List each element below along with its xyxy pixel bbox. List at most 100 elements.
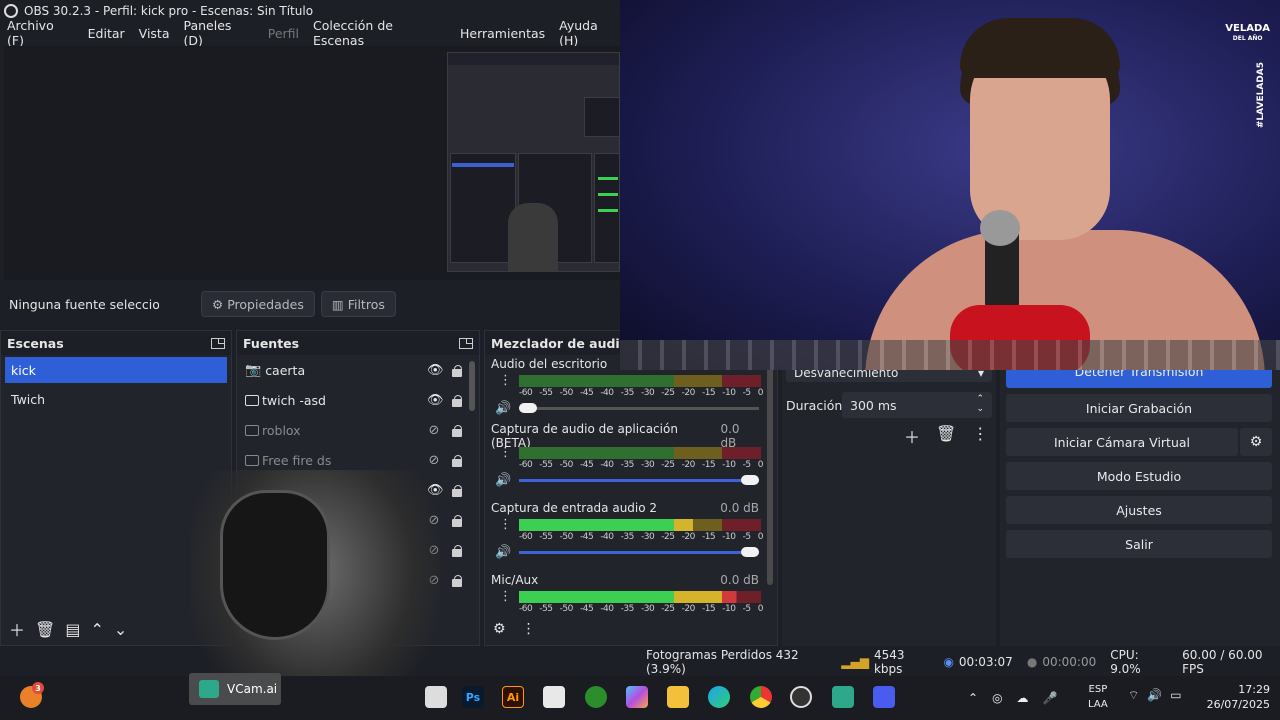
slider-knob[interactable] — [741, 475, 759, 485]
obs-logo-icon — [4, 4, 18, 18]
eye-icon[interactable]: 👁 — [427, 393, 444, 408]
lock-icon[interactable] — [451, 574, 462, 587]
lock-icon[interactable] — [451, 544, 462, 557]
lock-icon[interactable] — [451, 454, 462, 467]
channel-menu-icon[interactable]: ⋮ — [499, 518, 512, 531]
move-up-icon[interactable]: ⌃ — [90, 620, 103, 639]
source-item[interactable]: roblox ⊘ — [237, 415, 479, 445]
meter-ticks: -60 -55 -50 -45 -40 -35 -30 -25 -20 -15 -10 -5 0 — [519, 460, 763, 470]
meter-segment — [722, 591, 761, 603]
speaker-icon[interactable]: 🔊 — [495, 401, 511, 416]
mixer-channel: Captura de audio de aplicación (BETA) 0.0… — [485, 422, 765, 499]
trash-icon[interactable]: 🗑 — [936, 424, 956, 448]
wifi-icon[interactable]: ⌔ — [1128, 688, 1139, 703]
channel-menu-icon[interactable]: ⋮ — [499, 590, 512, 603]
channel-menu-icon[interactable]: ⋮ — [499, 446, 512, 459]
event-logo: VELADA DEL AÑO — [1225, 23, 1270, 43]
slider-knob[interactable] — [741, 547, 759, 557]
chrome-icon[interactable] — [750, 686, 772, 708]
mixer-scrollbar[interactable] — [767, 365, 773, 585]
source-item[interactable]: twich -asd 👁 — [237, 385, 479, 415]
start-recording-button[interactable]: Iniciar Grabación — [1006, 394, 1272, 422]
trash-icon[interactable]: 🗑 — [35, 620, 55, 639]
vcam-taskbar-item[interactable]: VCam.ai — [189, 673, 281, 705]
mixer-gear-icon[interactable]: ⚙ — [493, 621, 506, 637]
tick-label: -45 — [579, 532, 594, 542]
menu-archivo[interactable]: Archivo (F) — [7, 18, 74, 48]
app-blue-icon[interactable] — [873, 686, 895, 708]
more-icon[interactable]: ⋮ — [972, 424, 988, 448]
lock-icon[interactable] — [451, 484, 462, 497]
add-icon[interactable]: ＋ — [9, 617, 25, 641]
photoshop-icon[interactable]: Ps — [462, 686, 484, 708]
mixer-menu-icon[interactable]: ⋮ — [522, 621, 536, 637]
language-indicator[interactable]: ESP LAA — [1088, 682, 1108, 712]
lock-icon[interactable] — [451, 514, 462, 527]
duration-input[interactable]: 300 ms ⌃ ⌄ — [842, 392, 992, 418]
menu-editar[interactable]: Editar — [88, 26, 125, 41]
tick-label: 0 — [757, 532, 764, 542]
move-down-icon[interactable]: ⌄ — [114, 620, 127, 639]
sources-scrollbar[interactable] — [469, 361, 475, 411]
obs-taskbar-icon[interactable] — [790, 686, 812, 708]
vcam-app-icon[interactable] — [832, 686, 854, 708]
eye-hidden-icon[interactable]: ⊘ — [427, 453, 441, 468]
virtual-cam-button[interactable]: Iniciar Cámara Virtual — [1006, 428, 1238, 456]
illustrator-icon[interactable]: Ai — [502, 686, 524, 708]
edge-icon[interactable] — [708, 686, 730, 708]
lock-icon[interactable] — [451, 424, 462, 437]
battery-icon[interactable]: ▭ — [1170, 688, 1181, 703]
undock-icon[interactable] — [211, 337, 225, 349]
filters-button[interactable]: ▥ Filtros — [320, 291, 396, 317]
menu-ayuda[interactable]: Ayuda (H) — [559, 18, 620, 48]
folder-icon[interactable] — [667, 686, 689, 708]
lock-icon[interactable] — [451, 364, 462, 377]
clock[interactable]: 17:29 26/07/2025 — [1200, 682, 1270, 712]
scene-filter-icon[interactable]: ▤ — [65, 620, 80, 639]
channel-menu-icon[interactable]: ⋮ — [499, 374, 512, 387]
xbox-icon[interactable] — [585, 686, 607, 708]
settings-button[interactable]: Ajustes — [1006, 496, 1272, 524]
volume-slider[interactable] — [519, 547, 759, 557]
tick-label: -5 — [742, 460, 751, 470]
undock-icon[interactable] — [459, 337, 473, 349]
menu-herramientas[interactable]: Herramientas — [460, 26, 545, 41]
eye-icon[interactable]: 👁 — [427, 363, 444, 378]
mic-icon[interactable]: 🎤 — [1043, 691, 1058, 705]
sources-dock-title: Fuentes — [237, 331, 479, 355]
properties-button[interactable]: ⚙ Propiedades — [201, 291, 315, 317]
slider-knob[interactable] — [519, 403, 537, 413]
volume-icon[interactable]: 🔊 — [1147, 688, 1162, 703]
volume-slider[interactable] — [519, 403, 759, 413]
add-icon[interactable]: ＋ — [904, 424, 920, 448]
broadcast-icon: ◉ — [943, 655, 954, 669]
store-icon[interactable] — [543, 686, 565, 708]
tick-label: -30 — [640, 388, 655, 398]
copilot-icon[interactable] — [626, 686, 648, 708]
virtual-cam-settings-button[interactable]: ⚙ — [1240, 428, 1272, 456]
app-orange-icon[interactable]: 3 — [20, 682, 44, 708]
speaker-icon[interactable]: 🔊 — [495, 545, 511, 560]
lock-icon[interactable] — [451, 394, 462, 407]
tick-label: -50 — [559, 532, 574, 542]
cloud-icon[interactable]: ☁ — [1017, 691, 1029, 705]
eye-hidden-icon[interactable]: ⊘ — [427, 423, 441, 438]
volume-slider[interactable] — [519, 475, 759, 485]
speaker-icon[interactable]: 🔊 — [495, 473, 511, 488]
exit-button[interactable]: Salir — [1006, 530, 1272, 558]
stepper-icon[interactable]: ⌃ ⌄ — [976, 394, 984, 414]
menu-coleccion[interactable]: Colección de Escenas — [313, 18, 446, 48]
source-item[interactable]: 📷 caerta 👁 — [237, 355, 479, 385]
menu-vista[interactable]: Vista — [139, 26, 170, 41]
chevron-up-icon[interactable]: ⌃ — [968, 691, 978, 705]
app-file-icon[interactable] — [425, 686, 447, 708]
scene-item-twich[interactable]: Twich — [5, 386, 227, 412]
studio-mode-button[interactable]: Modo Estudio — [1006, 462, 1272, 490]
tray-app-icon[interactable]: ◎ — [992, 691, 1002, 705]
scene-item-kick[interactable]: kick — [5, 357, 227, 383]
menu-perfil[interactable]: Perfil — [268, 26, 299, 41]
channel-header: Mic/Aux 0.0 dB — [491, 571, 759, 589]
menu-paneles[interactable]: Paneles (D) — [184, 18, 254, 48]
tick-label: -50 — [559, 460, 574, 470]
tick-label: -35 — [620, 460, 635, 470]
